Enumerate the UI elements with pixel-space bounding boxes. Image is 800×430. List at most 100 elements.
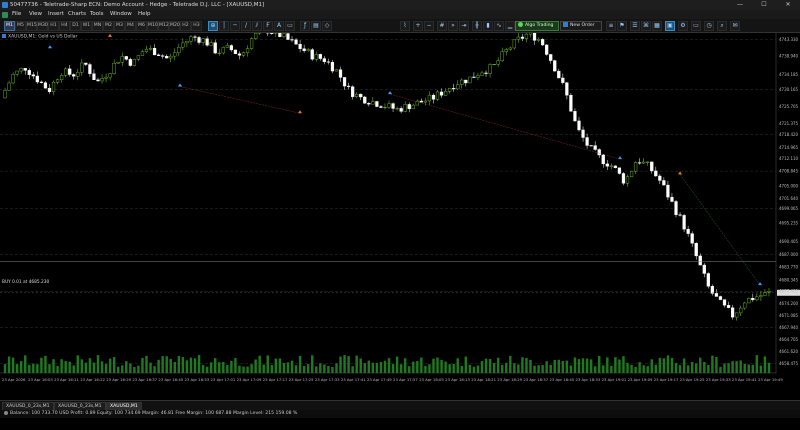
- chart-type-icon[interactable]: ⌇: [400, 21, 410, 31]
- volume-bar: [630, 364, 633, 373]
- data-window-icon[interactable]: ▦: [652, 21, 662, 31]
- candle-chart-icon[interactable]: ▮: [483, 21, 493, 31]
- menu-help[interactable]: Help: [138, 10, 151, 19]
- time-tick-label: 23 Apr 16:45: [158, 377, 183, 382]
- timeframe-d1[interactable]: D1: [70, 21, 81, 31]
- timeframe-m20[interactable]: M20: [169, 21, 180, 31]
- volume-bar: [270, 365, 274, 373]
- maximize-button[interactable]: ☐: [752, 0, 776, 10]
- indicators-icon[interactable]: ƒ: [300, 21, 310, 31]
- volume-bar: [169, 358, 172, 373]
- templates-icon[interactable]: ▤: [311, 21, 321, 31]
- bar-chart-icon[interactable]: ╫: [472, 21, 482, 31]
- grid-icon[interactable]: #: [437, 21, 447, 31]
- volume-bar: [521, 357, 524, 373]
- timeframe-m6[interactable]: M6: [136, 21, 147, 31]
- depth-of-market-icon[interactable]: ≡: [606, 21, 616, 31]
- text-icon[interactable]: A: [274, 21, 284, 31]
- menu-tools[interactable]: Tools: [90, 10, 104, 19]
- volume-bar: [11, 357, 15, 373]
- price-tick-label: 4661.620: [779, 349, 799, 354]
- signals-icon[interactable]: ⚑: [617, 21, 627, 31]
- candle-body: [642, 161, 646, 164]
- economic-calendar-icon[interactable]: ◷: [704, 21, 714, 31]
- chart-canvas[interactable]: 4743.330 4738.940 4734.185 4730.165 4725.705…: [0, 24, 800, 399]
- volume-bar: [327, 365, 330, 373]
- terminal-panel-icon[interactable]: ▭: [691, 21, 701, 31]
- timeframe-h1[interactable]: H1: [48, 21, 59, 31]
- minimize-button[interactable]: —: [728, 0, 752, 10]
- timeframe-m15[interactable]: M15: [26, 21, 37, 31]
- timeframe-m30[interactable]: M30: [37, 21, 48, 31]
- timeframe-w1[interactable]: W1: [81, 21, 92, 31]
- fibonacci-icon[interactable]: F: [263, 21, 273, 31]
- timeframe-h3[interactable]: H3: [191, 21, 202, 31]
- new-order-button[interactable]: New Order: [560, 21, 602, 31]
- settings-icon[interactable]: [4, 410, 8, 415]
- close-button[interactable]: ✕: [776, 0, 800, 10]
- menu-file[interactable]: File: [12, 10, 21, 19]
- timeframe-m5[interactable]: M5: [15, 21, 26, 31]
- news-icon[interactable]: ✉: [730, 21, 740, 31]
- time-tick-label: 23 Apr 16:03: [28, 377, 53, 382]
- candle-body: [7, 82, 11, 91]
- timeframe-m3[interactable]: M3: [114, 21, 125, 31]
- volume-bar: [440, 359, 443, 373]
- volume-bar: [711, 355, 714, 373]
- market-watch-icon[interactable]: ☰: [630, 21, 640, 31]
- timeframe-h2[interactable]: H2: [180, 21, 191, 31]
- line-chart-icon[interactable]: ∿: [494, 21, 504, 31]
- order-line-label[interactable]: BUY 0.01 at 4685.230: [2, 280, 49, 285]
- price-chart[interactable]: 4743.330 4738.940 4734.185 4730.165 4725.705…: [0, 24, 800, 399]
- menu-charts[interactable]: Charts: [68, 10, 86, 19]
- volume-bar: [36, 364, 39, 373]
- timeframe-m12[interactable]: M12: [158, 21, 169, 31]
- channel-icon[interactable]: ⫽: [252, 21, 262, 31]
- volume-bar: [222, 361, 225, 373]
- autoscroll-icon[interactable]: »: [448, 21, 458, 31]
- timeframe-h4[interactable]: H4: [59, 21, 70, 31]
- timeframe-mn[interactable]: MN: [92, 21, 103, 31]
- timeframe-m4[interactable]: M4: [125, 21, 136, 31]
- candle-body: [387, 103, 391, 108]
- zoom-out-icon[interactable]: −: [424, 21, 434, 31]
- zoom-in-icon[interactable]: +: [413, 21, 423, 31]
- volume-bar: [460, 365, 463, 373]
- horizontal-line-icon[interactable]: ─: [230, 21, 240, 31]
- menu-view[interactable]: View: [29, 10, 42, 19]
- navigator-icon[interactable]: ⌘: [641, 21, 651, 31]
- candle-body: [371, 101, 375, 105]
- menu-window[interactable]: Window: [110, 10, 132, 19]
- volume-bar: [565, 360, 569, 373]
- search-icon[interactable]: ⌕: [717, 21, 727, 31]
- candle-body: [383, 106, 387, 108]
- candle-body: [686, 228, 690, 234]
- volume-bar: [177, 356, 181, 373]
- trendline-icon[interactable]: /: [241, 21, 251, 31]
- time-tick-label: 23 Apr 18:37: [523, 377, 548, 382]
- timeframe-m1[interactable]: M1: [4, 21, 15, 31]
- timeframe-m10[interactable]: M10: [147, 21, 158, 31]
- volume-bar: [642, 365, 645, 373]
- strategy-tester-icon[interactable]: ⚙: [678, 21, 688, 31]
- volume-bar: [569, 365, 573, 373]
- volume-bar: [290, 360, 294, 373]
- volume-bar: [197, 355, 201, 373]
- volume-icon[interactable]: ▁: [505, 21, 515, 31]
- candle-body: [504, 49, 508, 52]
- timeframe-m2[interactable]: M2: [103, 21, 114, 31]
- crosshair-icon[interactable]: ⊕: [208, 21, 218, 31]
- vertical-line-icon[interactable]: │: [219, 21, 229, 31]
- candle-body: [294, 39, 298, 45]
- objects-icon[interactable]: ◇: [322, 21, 332, 31]
- menu-insert[interactable]: Insert: [48, 10, 64, 19]
- chart-shift-icon[interactable]: ⇥: [459, 21, 469, 31]
- candle-body: [702, 264, 706, 274]
- shapes-icon[interactable]: ▭: [285, 21, 295, 31]
- volume-bar: [60, 359, 63, 373]
- algo-trading-button[interactable]: Algo Trading: [515, 21, 559, 31]
- toolbar: M1 M5 M15 M30 H1 H4 D1 W1 MN M2 M3 M4 M6 M10 M12 M20 H2 H…: [0, 19, 800, 33]
- price-tick-label: 4708.845: [779, 169, 799, 174]
- toolbox-icon[interactable]: ▣: [665, 21, 675, 31]
- candle-body: [601, 154, 605, 165]
